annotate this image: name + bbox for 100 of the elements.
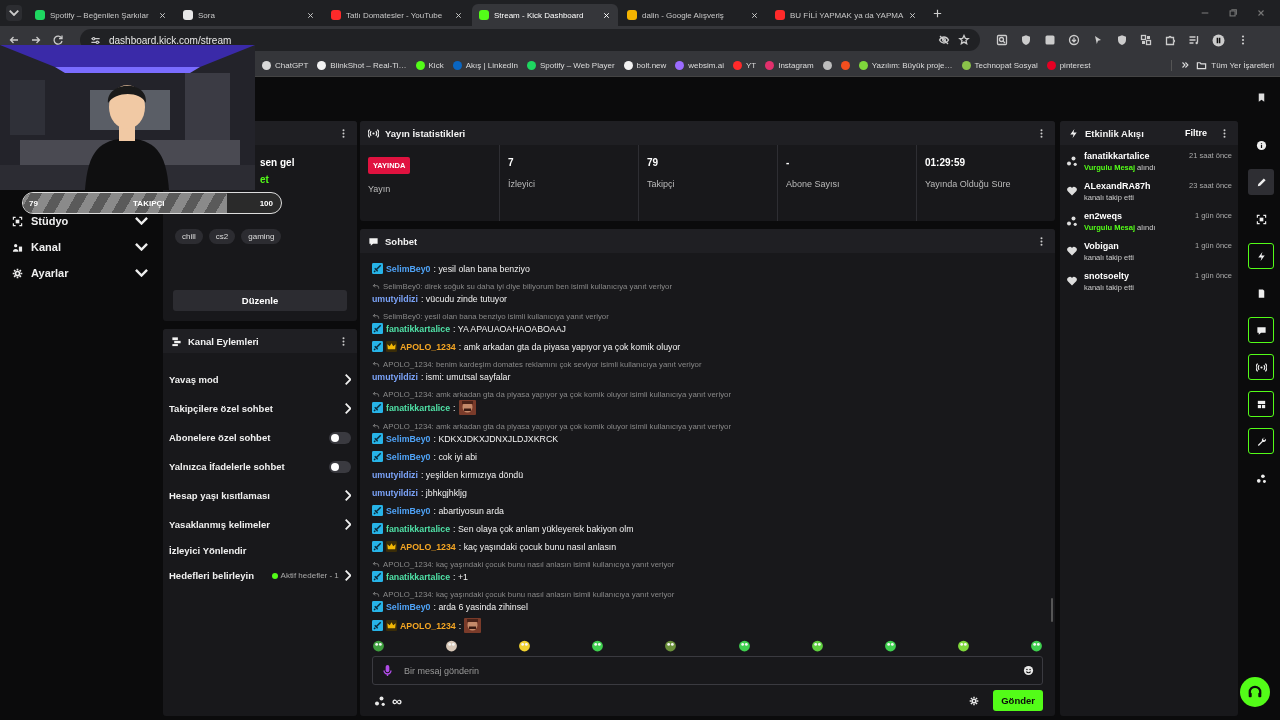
bookmark[interactable]: ChatGPT (262, 60, 309, 70)
extensions-icon[interactable] (1164, 34, 1176, 46)
chat-username[interactable]: SelimBey0 (386, 433, 431, 444)
support-button[interactable] (1240, 677, 1270, 707)
playlist-icon[interactable] (1188, 34, 1200, 46)
forward-icon[interactable] (30, 34, 42, 46)
sidebar-item[interactable]: Kanal (0, 238, 160, 256)
message-input[interactable]: Bir mesaj gönderin (402, 664, 1015, 677)
tag-chip[interactable]: gaming (241, 229, 282, 244)
action-label[interactable]: İzleyici Yönlendir (169, 544, 351, 556)
browser-tab[interactable]: Stream - Kick Dashboard (472, 4, 618, 26)
toggle-switch[interactable] (329, 460, 351, 473)
rail-button[interactable] (1248, 243, 1274, 269)
chat-username[interactable]: APOLO_1234 (400, 341, 456, 352)
chat-username[interactable]: fanatikkartalice (386, 523, 451, 534)
star-icon[interactable] (958, 34, 970, 46)
browser-tab[interactable]: BU FİLİ YAPMAK ya da YAPMA (768, 4, 925, 26)
tag-chip[interactable]: chill (175, 229, 203, 244)
browser-tab[interactable]: Spotify – Beğenilen Şarkılar (28, 4, 174, 26)
close-icon[interactable] (908, 10, 918, 20)
back-icon[interactable] (8, 34, 20, 46)
chevron-right-icon[interactable] (344, 490, 351, 501)
emote-icon[interactable] (518, 639, 532, 652)
restore-icon[interactable] (1228, 8, 1238, 18)
plus-icon[interactable] (932, 7, 944, 19)
filter-link[interactable]: Filtre (1185, 128, 1207, 138)
bookmark-icon[interactable] (822, 60, 832, 70)
chat-username[interactable]: umutyildizi (372, 371, 418, 382)
all-bookmarks-button[interactable]: Tüm Yer İşaretleri (1196, 59, 1274, 71)
action-label[interactable]: Yalnızca İfadelerle sohbet (169, 461, 323, 472)
emote-icon[interactable] (372, 639, 385, 652)
scrollbar-thumb[interactable] (1051, 598, 1053, 622)
shield-icon[interactable] (1116, 34, 1128, 46)
action-label[interactable]: Takipçilere özel sohbet (169, 403, 339, 414)
emote-icon[interactable] (445, 639, 459, 652)
zoom-icon[interactable] (996, 34, 1008, 46)
chat-username[interactable]: fanatikkartalice (386, 571, 451, 582)
bookmark[interactable]: Technopat Sosyal (961, 60, 1038, 70)
send-button[interactable]: Gönder (993, 690, 1043, 711)
square-icon[interactable] (1044, 34, 1056, 46)
action-label[interactable]: Abonelere özel sohbet (169, 432, 323, 443)
address-bar[interactable]: dashboard.kick.com/stream (80, 29, 980, 51)
rail-button[interactable] (1248, 169, 1274, 195)
rail-button[interactable] (1248, 428, 1274, 454)
bookmark[interactable]: websim.ai (675, 60, 724, 70)
avatar-icon[interactable] (1212, 33, 1225, 47)
browser-tab[interactable]: dalin - Google Alışveriş (620, 4, 766, 26)
action-label[interactable]: Yavaş mod (169, 374, 339, 385)
close-icon[interactable] (454, 10, 463, 20)
emoji-icon[interactable] (1023, 665, 1034, 676)
chat-username[interactable]: fanatikkartalice (386, 323, 451, 334)
dots-icon[interactable] (374, 694, 386, 707)
chat-username[interactable]: umutyildizi (372, 293, 418, 304)
bookmark[interactable]: Akış | LinkedIn (452, 60, 518, 70)
action-label[interactable]: Hesap yaşı kısıtlaması (169, 490, 339, 501)
microphone-icon[interactable] (381, 664, 394, 677)
sidebar-item[interactable]: Ayarlar (0, 264, 160, 282)
shield-icon[interactable] (1020, 34, 1032, 46)
emote-icon[interactable] (1030, 639, 1043, 652)
edit-button[interactable]: Düzenle (173, 290, 347, 311)
qr-icon[interactable] (1140, 34, 1152, 46)
toggle-switch[interactable] (329, 431, 351, 444)
chat-username[interactable]: umutyildizi (372, 469, 418, 480)
chevron-right-icon[interactable] (344, 570, 351, 581)
bookmark[interactable]: YT (732, 60, 757, 70)
emote-icon[interactable] (883, 639, 897, 652)
close-icon[interactable] (306, 10, 315, 20)
more-bookmarks-icon[interactable] (1180, 60, 1191, 70)
emote-icon[interactable] (737, 639, 751, 652)
bookmark[interactable]: Instagram (765, 60, 814, 70)
site-settings-icon[interactable] (90, 34, 101, 46)
rail-button[interactable] (1248, 317, 1274, 343)
action-label[interactable]: Hedefleri belirleyin (169, 570, 266, 581)
rail-button[interactable] (1248, 391, 1274, 417)
bookmark[interactable]: BlinkShot – Real-Ti… (317, 60, 407, 70)
bookmark[interactable]: Spotify – Web Player (527, 60, 615, 70)
chevron-right-icon[interactable] (344, 374, 351, 385)
bookmark[interactable]: Yazılım: Büyük proje… (858, 60, 953, 70)
emote-icon[interactable] (664, 639, 678, 652)
bookmark[interactable]: Kick (415, 60, 444, 70)
chevron-right-icon[interactable] (344, 403, 351, 414)
sidebar-item[interactable]: Stüdyo (0, 212, 160, 230)
emote-icon[interactable] (810, 639, 824, 652)
chat-username[interactable]: SelimBey0 (386, 601, 431, 612)
download-icon[interactable] (1068, 34, 1080, 46)
browser-tab[interactable]: Tatlı Domatesler - YouTube (324, 4, 470, 26)
tag-chip[interactable]: cs2 (208, 229, 236, 244)
rail-button[interactable] (1248, 354, 1274, 380)
emote-icon[interactable] (591, 639, 605, 652)
chat-username[interactable]: fanatikkartalice (386, 402, 451, 413)
bookmark[interactable]: pinterest (1046, 60, 1091, 70)
chevron-right-icon[interactable] (344, 519, 351, 530)
settings-icon[interactable] (969, 695, 980, 706)
chat-username[interactable]: umutyildizi (372, 487, 418, 498)
chat-username[interactable]: APOLO_1234 (400, 620, 456, 631)
chat-username[interactable]: SelimBey0 (386, 263, 431, 274)
reload-icon[interactable] (52, 34, 64, 46)
chat-username[interactable]: SelimBey0 (386, 451, 431, 462)
browser-tab[interactable]: Sora (176, 4, 322, 26)
eye-off-icon[interactable] (938, 34, 950, 46)
